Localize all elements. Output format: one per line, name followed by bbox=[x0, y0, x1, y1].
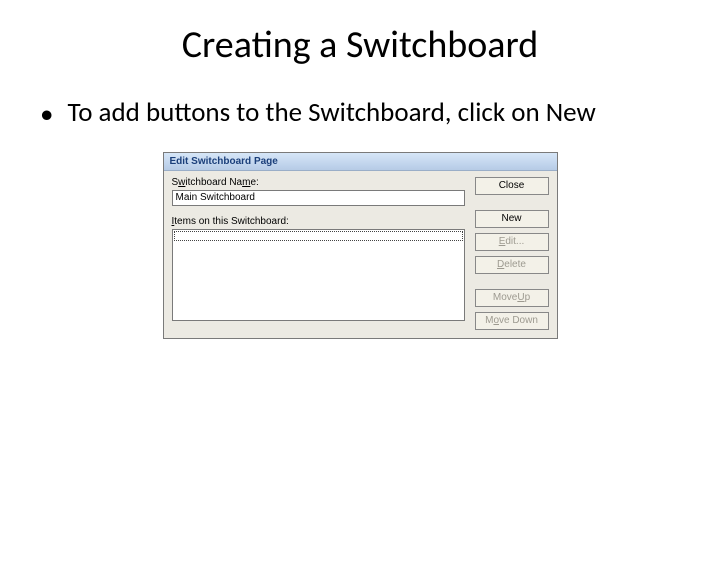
new-button-label: New bbox=[501, 213, 521, 224]
dialog-titlebar: Edit Switchboard Page bbox=[164, 153, 557, 171]
move-up-button[interactable]: Move Up bbox=[475, 289, 549, 307]
list-focus-row bbox=[174, 231, 463, 241]
switchboard-name-input[interactable] bbox=[172, 190, 465, 206]
edit-switchboard-dialog: Edit Switchboard Page Switchboard Name: … bbox=[163, 152, 558, 339]
bullet-item: • To add buttons to the Switchboard, cli… bbox=[40, 96, 680, 132]
edit-button[interactable]: Edit... bbox=[475, 233, 549, 251]
bullet-dot-icon: • bbox=[40, 98, 53, 132]
switchboard-name-label: Switchboard Name: bbox=[172, 177, 465, 188]
bullet-text: To add buttons to the Switchboard, click… bbox=[67, 96, 595, 130]
move-down-button[interactable]: Move Down bbox=[475, 312, 549, 330]
slide-title: Creating a Switchboard bbox=[0, 22, 720, 68]
close-button[interactable]: Close bbox=[475, 177, 549, 195]
delete-button[interactable]: Delete bbox=[475, 256, 549, 274]
new-button[interactable]: New bbox=[475, 210, 549, 228]
close-button-label: Close bbox=[499, 180, 525, 191]
items-listbox[interactable] bbox=[172, 229, 465, 321]
items-list-label: Items on this Switchboard: bbox=[172, 216, 465, 227]
